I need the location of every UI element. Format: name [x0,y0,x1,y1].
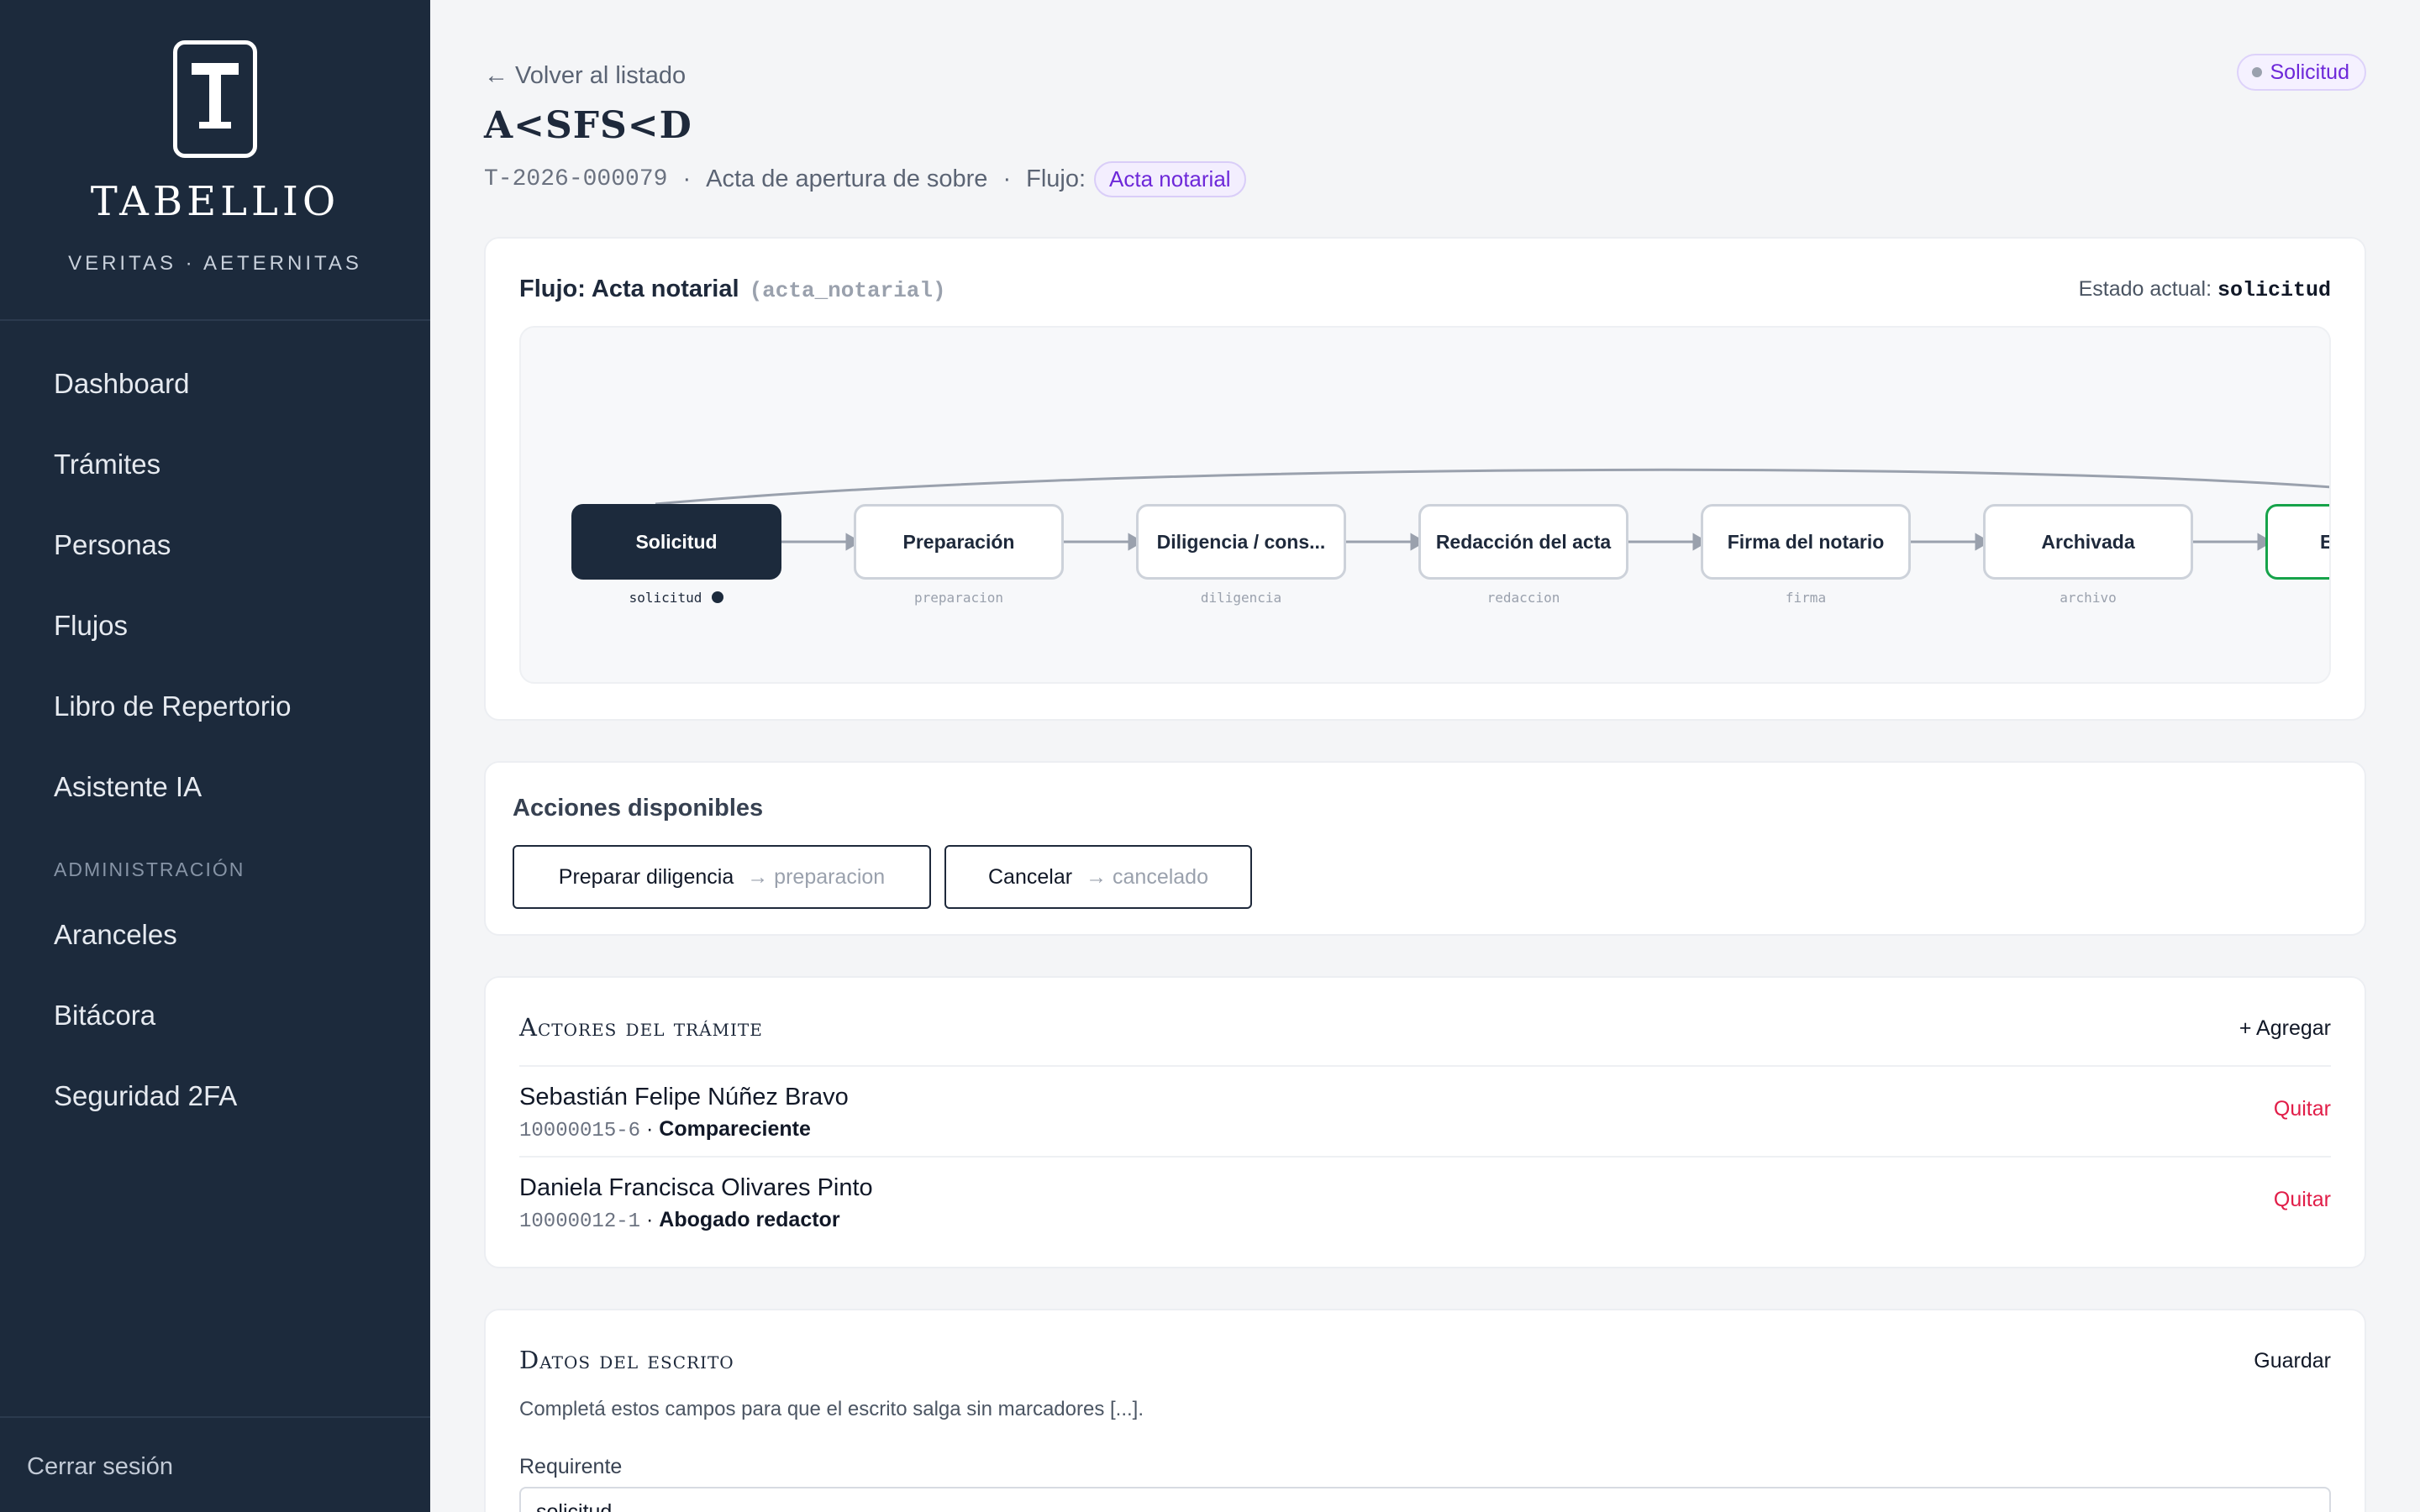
logout-area: Cerrar sesión [0,1416,430,1512]
flow-node-archivo[interactable]: Archivada [1983,504,2193,580]
status-badge-label: Solicitud [2270,60,2350,84]
flow-node-redaccion[interactable]: Redacción del acta [1418,504,1628,580]
data-card: Datos del escrito Guardar Completá estos… [484,1309,2366,1512]
status-badge: Solicitud [2236,54,2366,91]
data-description: Completá estos campos para que el escrit… [519,1398,1144,1420]
list-item: Daniela Francisca Olivares Pinto 1000001… [519,1156,2331,1247]
sidebar-item-asistente-ia[interactable]: Asistente IA [54,771,202,803]
list-item: Sebastián Felipe Núñez Bravo 10000015-6 … [519,1065,2331,1156]
flow-node-key: solicitud [571,590,781,606]
brand-motto: VERITAS · AETERNITAS [68,252,362,275]
actor-name: Sebastián Felipe Núñez Bravo [519,1084,849,1110]
sidebar-item-libro-repertorio[interactable]: Libro de Repertorio [54,690,292,722]
flow-node-key-text: solicitud [629,590,702,606]
sidebar-item-tramites[interactable]: Trámites [54,449,160,480]
sidebar-item-personas[interactable]: Personas [54,529,171,561]
actor-role: Compareciente [659,1117,811,1141]
save-button[interactable]: Guardar [2254,1349,2331,1373]
sidebar-item-seguridad-2fa[interactable]: Seguridad 2FA [54,1080,237,1112]
flow-node-key: firma [1785,590,1827,606]
cancelar-button[interactable]: Cancelar → cancelado [944,845,1252,909]
brand: TABELLIO VERITAS · AETERNITAS [0,0,430,321]
back-link[interactable]: ← Volver al listado [484,62,686,90]
flow-node-key: archivo [2060,590,2117,606]
flow-state-value: solicitud [2217,278,2331,302]
flow-node-key: preparacion [914,590,1003,606]
status-dot-icon [2251,67,2262,77]
sidebar-section-admin: ADMINISTRACIÓN [54,858,245,880]
current-state-dot-icon [712,591,724,603]
flow-slug: (acta_notarial) [749,278,946,303]
actor-rut: 10000015-6 [519,1120,641,1142]
remove-actor-button[interactable]: Quitar [2274,1188,2331,1212]
sidebar: TABELLIO VERITAS · AETERNITAS Dashboard … [0,0,430,1512]
loop-edge [655,468,2329,506]
preparar-diligencia-button[interactable]: Preparar diligencia → preparacion [513,845,931,909]
separator: · [682,165,692,192]
tramite-code: T-2026-000079 [484,165,668,192]
flow-node-diligencia[interactable]: Diligencia / cons... [1136,504,1346,580]
actor-role: Abogado redactor [659,1208,840,1231]
flow-pill: Acta notarial [1094,160,1246,197]
actions-title: Acciones disponibles [513,795,764,822]
sidebar-item-flujos[interactable]: Flujos [54,610,128,642]
separator: · [1002,165,1012,192]
actor-rut: 10000012-1 [519,1210,641,1233]
doc-type: Acta de apertura de sobre [706,165,988,192]
action-label: Cancelar [988,864,1073,889]
actors-card: Actores del trámite + Agregar Sebastián … [484,976,2366,1268]
actor-name: Daniela Francisca Olivares Pinto [519,1174,873,1201]
flow-state: Estado actual: solicitud [2079,277,2331,302]
action-target: → preparacion [747,864,886,889]
main-content: ← Volver al listado Solicitud A<SFS<D T-… [430,0,2420,1512]
flow-node-firma[interactable]: Firma del notario [1701,504,1911,580]
flow-card: Flujo: Acta notarial (acta_notarial) Esta… [484,237,2366,721]
separator: · [645,1208,654,1231]
action-target: → cancelado [1086,864,1208,889]
tabellio-logo-icon [173,40,257,158]
flow-diagram: Solicitud solicitud Preparación preparac… [519,326,2331,684]
sidebar-item-aranceles[interactable]: Aranceles [54,919,177,951]
logout-button[interactable]: Cerrar sesión [27,1453,173,1481]
flow-node-preparacion[interactable]: Preparación [854,504,1064,580]
add-actor-button[interactable]: + Agregar [2239,1016,2331,1041]
flow-node-final[interactable]: E [2265,504,2329,580]
data-title: Datos del escrito [519,1346,734,1374]
brand-name: TABELLIO [90,178,340,225]
meta-row: T-2026-000079 · Acta de apertura de sobr… [484,160,1246,198]
flow-node-solicitud[interactable]: Solicitud [571,504,781,580]
actors-title: Actores del trámite [519,1013,763,1042]
page-title: A<SFS<D [484,104,692,147]
actor-details: 10000012-1 · Abogado redactor [519,1208,840,1233]
flow-node-key: redaccion [1486,590,1560,606]
sidebar-item-dashboard[interactable]: Dashboard [54,368,189,400]
requirente-label: Requirente [519,1455,623,1478]
flow-title-text: Flujo: Acta notarial [519,276,739,302]
requirente-field[interactable] [519,1487,2331,1512]
separator: · [645,1117,654,1141]
action-label: Preparar diligencia [558,864,734,889]
actor-details: 10000015-6 · Compareciente [519,1117,811,1142]
remove-actor-button[interactable]: Quitar [2274,1097,2331,1121]
sidebar-item-bitacora[interactable]: Bitácora [54,1000,155,1032]
flow-state-label: Estado actual: [2078,277,2212,301]
actions-card: Acciones disponibles Preparar diligencia… [484,761,2366,936]
flow-title: Flujo: Acta notarial (acta_notarial) [519,276,946,303]
flow-label: Flujo: [1026,165,1086,192]
flow-node-key: diligencia [1200,590,1282,606]
